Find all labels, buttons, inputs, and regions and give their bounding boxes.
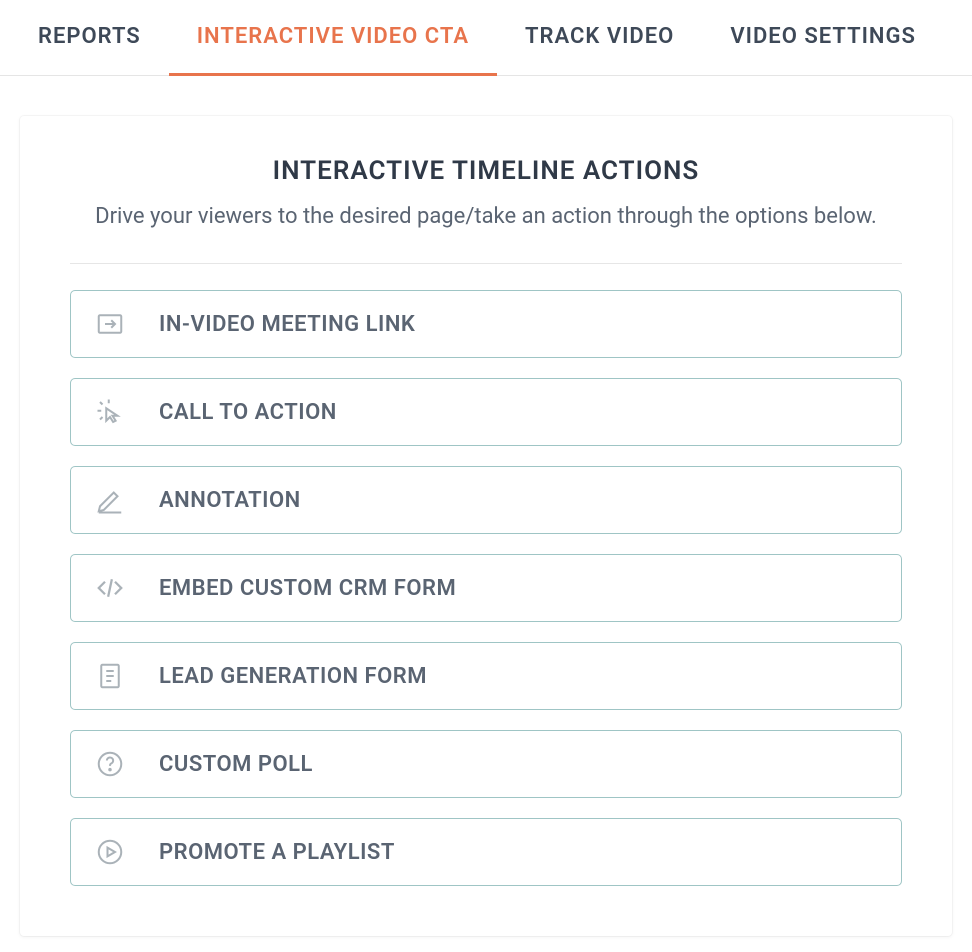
timeline-actions-card: INTERACTIVE TIMELINE ACTIONS Drive your …	[20, 116, 952, 936]
tab-track-video[interactable]: TRACK VIDEO	[497, 0, 702, 75]
panel-title: INTERACTIVE TIMELINE ACTIONS	[70, 156, 902, 186]
action-label: PROMOTE A PLAYLIST	[159, 840, 395, 865]
tab-bar: REPORTS INTERACTIVE VIDEO CTA TRACK VIDE…	[0, 0, 972, 76]
action-lead-generation-form[interactable]: LEAD GENERATION FORM	[70, 642, 902, 710]
action-label: LEAD GENERATION FORM	[159, 664, 427, 689]
action-annotation[interactable]: ANNOTATION	[70, 466, 902, 534]
play-circle-icon	[93, 835, 127, 869]
action-in-video-meeting-link[interactable]: IN-VIDEO MEETING LINK	[70, 290, 902, 358]
question-circle-icon	[93, 747, 127, 781]
tab-video-settings[interactable]: VIDEO SETTINGS	[702, 0, 944, 75]
action-label: IN-VIDEO MEETING LINK	[159, 312, 415, 337]
action-label: CUSTOM POLL	[159, 752, 313, 777]
panel-subtitle: Drive your viewers to the desired page/t…	[70, 200, 902, 233]
arrow-box-icon	[93, 307, 127, 341]
form-icon	[93, 659, 127, 693]
tab-interactive-video-cta[interactable]: INTERACTIVE VIDEO CTA	[169, 0, 497, 75]
action-custom-poll[interactable]: CUSTOM POLL	[70, 730, 902, 798]
action-call-to-action[interactable]: CALL TO ACTION	[70, 378, 902, 446]
action-label: EMBED CUSTOM CRM FORM	[159, 576, 456, 601]
divider	[70, 263, 902, 264]
pencil-icon	[93, 483, 127, 517]
cursor-click-icon	[93, 395, 127, 429]
action-promote-a-playlist[interactable]: PROMOTE A PLAYLIST	[70, 818, 902, 886]
action-label: ANNOTATION	[159, 488, 301, 513]
code-icon	[93, 571, 127, 605]
action-label: CALL TO ACTION	[159, 400, 337, 425]
action-embed-custom-crm-form[interactable]: EMBED CUSTOM CRM FORM	[70, 554, 902, 622]
tab-reports[interactable]: REPORTS	[10, 0, 169, 75]
action-list: IN-VIDEO MEETING LINK CALL TO ACTION	[70, 290, 902, 886]
